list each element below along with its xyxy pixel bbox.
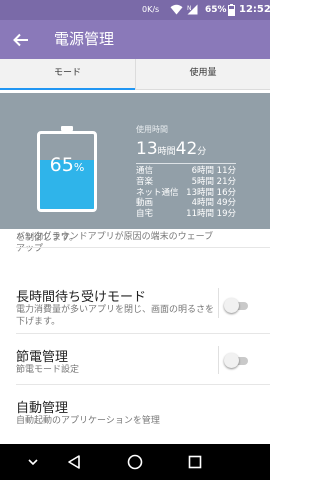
long-standby-subtitle: 電力消費量が多いアプリを閉じ、画面の明るさを下げます。	[16, 305, 215, 327]
toggle-thumb	[224, 353, 239, 368]
usage-row-value: 4時間 49分	[191, 198, 236, 209]
navigation-bar	[0, 444, 270, 480]
tab-mode[interactable]: モード	[0, 59, 135, 91]
list-item-auto-management[interactable]: 自動管理 自動起動のアプリケーションを管理	[0, 385, 270, 435]
signal-icon: N	[186, 4, 198, 19]
page-title: 電源管理	[54, 30, 115, 48]
usage-row-value: 13時間 16分	[186, 187, 236, 198]
list-item-power-saving[interactable]: 節電管理 節電モード設定	[0, 334, 270, 384]
vertical-separator	[218, 346, 219, 374]
usage-row-value: 6時間 11分	[191, 166, 236, 176]
partial-subtitle-line2: を制御します。	[16, 233, 79, 243]
usage-total-hours: 13	[136, 139, 158, 159]
usage-row-label: 自宅	[136, 209, 154, 220]
home-circle-icon[interactable]	[125, 452, 145, 472]
recents-square-icon[interactable]	[185, 452, 205, 472]
tab-mode-label: モード	[53, 68, 81, 78]
usage-total: 13時間42分	[136, 139, 206, 159]
usage-breakdown: 通信 6時間 11分 音楽 5時間 21分 ネット通信 13時間 16分 動画 4時間 …	[136, 166, 236, 220]
usage-divider	[136, 163, 236, 164]
usage-total-minutes: 42	[175, 139, 198, 159]
usage-hours-unit: 時間	[157, 147, 176, 157]
battery-percent: 65%	[205, 5, 227, 15]
usage-row-value: 5時間 21分	[191, 176, 236, 187]
battery-percent-value: 65	[49, 154, 74, 176]
back-arrow-icon[interactable]	[10, 29, 32, 51]
status-bar: 0K/s N 65% 12:52	[0, 0, 271, 20]
power-saving-title: 節電管理	[16, 350, 69, 365]
long-standby-toggle[interactable]	[224, 298, 248, 313]
usage-row: ネット通信 13時間 16分	[136, 188, 236, 199]
auto-management-subtitle: 自動起動のアプリケーションを管理	[16, 416, 160, 426]
power-saving-subtitle: 節電モード設定	[16, 365, 80, 375]
app-bar: 電源管理	[0, 20, 270, 59]
usage-time-label: 使用時間	[136, 125, 168, 134]
usage-row-label: 通信	[136, 166, 154, 176]
usage-row-label: 音楽	[136, 176, 154, 187]
usage-row-value: 11時間 19分	[186, 209, 236, 220]
battery-icon	[228, 4, 235, 20]
usage-minutes-unit: 分	[197, 147, 207, 157]
usage-row-label: ネット通信	[136, 187, 179, 198]
usage-row: 動画 4時間 49分	[136, 198, 236, 209]
vertical-separator	[218, 288, 219, 318]
battery-graphic: 65%	[37, 131, 97, 212]
long-standby-title: 長時間待ち受けモード	[16, 290, 147, 305]
usage-row: 音楽 5時間 21分	[136, 177, 236, 188]
usage-row-label: 動画	[136, 198, 154, 209]
wifi-icon	[170, 4, 183, 19]
network-speed: 0K/s	[142, 5, 160, 14]
list-item-long-standby[interactable]: 長時間待ち受けモード 電力消費量が多いアプリを閉じ、画面の明るさを下げます。	[0, 248, 270, 333]
usage-row: 自宅 11時間 19分	[136, 209, 236, 220]
power-saving-toggle[interactable]	[224, 353, 248, 368]
toggle-thumb	[224, 298, 239, 313]
usage-row: 通信 6時間 11分	[136, 166, 236, 177]
back-triangle-icon[interactable]	[65, 452, 85, 472]
tab-bar: モード 使用量	[0, 59, 270, 91]
chevron-down-icon[interactable]	[23, 452, 43, 472]
auto-management-title: 自動管理	[16, 401, 69, 416]
clock: 12:52	[239, 4, 271, 15]
svg-text:N: N	[187, 5, 192, 12]
tab-usage[interactable]: 使用量	[135, 59, 270, 90]
battery-percentage: 65%	[40, 154, 94, 176]
battery-percent-unit: %	[73, 161, 85, 174]
battery-usage-overlay: 65% 使用時間 13時間42分 通信 6時間 11分 音楽 5時間 21分 ネット…	[0, 93, 270, 229]
tab-usage-label: 使用量	[189, 68, 217, 78]
